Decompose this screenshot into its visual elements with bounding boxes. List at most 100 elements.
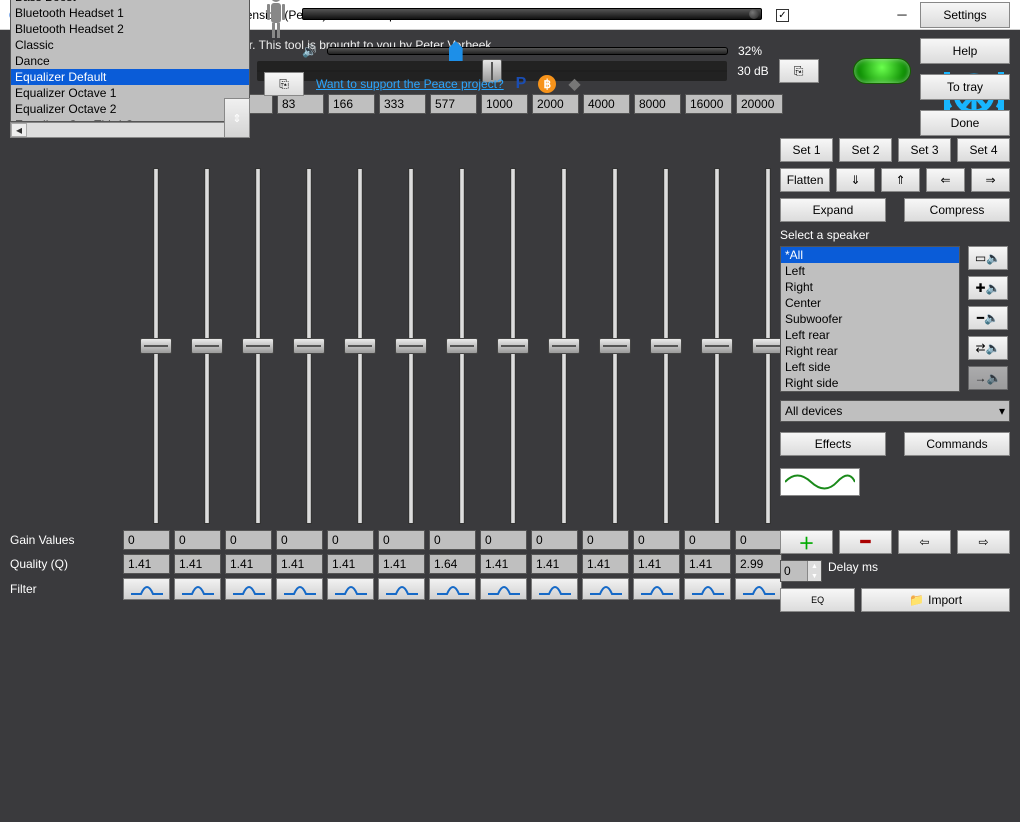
quality-input[interactable] — [327, 554, 374, 574]
speaker-item[interactable]: Left — [781, 263, 959, 279]
quality-input[interactable] — [429, 554, 476, 574]
output-icon-button[interactable]: ⎘ — [264, 72, 304, 96]
quality-input[interactable] — [633, 554, 680, 574]
filter-button[interactable] — [633, 578, 680, 600]
filter-button[interactable] — [276, 578, 323, 600]
speaker-item[interactable]: Right — [781, 279, 959, 295]
speaker-item[interactable]: *All — [781, 247, 959, 263]
commands-button[interactable]: Commands — [904, 432, 1010, 456]
shift-right-button[interactable]: ⇒ — [971, 168, 1010, 192]
gain-value-input[interactable] — [633, 530, 680, 550]
set1-button[interactable]: Set 1 — [780, 138, 833, 162]
gain-value-input[interactable] — [225, 530, 272, 550]
filter-button[interactable] — [735, 578, 782, 600]
filter-button[interactable] — [378, 578, 425, 600]
done-button[interactable]: Done — [920, 110, 1010, 136]
prev-band-button[interactable]: ⇦ — [898, 530, 951, 554]
speaker-item[interactable]: Left side — [781, 359, 959, 375]
quality-input[interactable] — [276, 554, 323, 574]
band-slider[interactable] — [183, 168, 230, 524]
band-slider[interactable] — [489, 168, 536, 524]
gain-value-input[interactable] — [276, 530, 323, 550]
set3-button[interactable]: Set 3 — [898, 138, 951, 162]
paypal-icon[interactable]: P — [516, 75, 527, 93]
device-select[interactable]: All devices▾ — [780, 400, 1010, 422]
config-item[interactable]: Equalizer Default — [11, 69, 249, 85]
filter-button[interactable] — [684, 578, 731, 600]
band-slider[interactable] — [132, 168, 179, 524]
totray-button[interactable]: To tray — [920, 74, 1010, 100]
person-icon[interactable] — [264, 0, 288, 40]
filter-button[interactable] — [327, 578, 374, 600]
speaker-item[interactable]: Subwoofer — [781, 311, 959, 327]
eq-icon-button[interactable]: EQ — [780, 588, 855, 612]
speaker-item[interactable]: Right rear — [781, 343, 959, 359]
gain-value-input[interactable] — [582, 530, 629, 550]
band-slider[interactable] — [438, 168, 485, 524]
filter-button[interactable] — [174, 578, 221, 600]
filter-button[interactable] — [225, 578, 272, 600]
gain-value-input[interactable] — [123, 530, 170, 550]
band-slider[interactable] — [387, 168, 434, 524]
settings-button[interactable]: Settings — [920, 2, 1010, 28]
quality-input[interactable] — [123, 554, 170, 574]
set4-button[interactable]: Set 4 — [957, 138, 1010, 162]
gain-value-input[interactable] — [174, 530, 221, 550]
delay-spinner[interactable]: 0 ▲▼ — [780, 560, 822, 582]
quality-input[interactable] — [225, 554, 272, 574]
quality-input[interactable] — [174, 554, 221, 574]
band-slider[interactable] — [591, 168, 638, 524]
band-slider[interactable] — [642, 168, 689, 524]
gain-value-input[interactable] — [429, 530, 476, 550]
support-link[interactable]: Want to support the Peace project? — [316, 77, 504, 91]
volume-slider[interactable] — [327, 47, 728, 55]
config-item[interactable]: Bluetooth Headset 2 — [11, 21, 249, 37]
prevent-clipping-checkbox[interactable]: ✓ Prevent clipping — [776, 8, 878, 22]
volume-icon[interactable]: 🔊 — [302, 44, 317, 58]
shift-left-button[interactable]: ⇐ — [926, 168, 965, 192]
band-slider[interactable] — [336, 168, 383, 524]
speaker-item[interactable]: Left rear — [781, 327, 959, 343]
band-slider[interactable] — [234, 168, 281, 524]
filter-button[interactable] — [582, 578, 629, 600]
quality-input[interactable] — [531, 554, 578, 574]
config-item[interactable]: Equalizer Octave 1 — [11, 85, 249, 101]
next-band-button[interactable]: ⇨ — [957, 530, 1010, 554]
speaker-remove-icon-button[interactable]: ━🔈 — [968, 306, 1008, 330]
gain-value-input[interactable] — [531, 530, 578, 550]
expand-button[interactable]: Expand — [780, 198, 886, 222]
speaker-swap-icon-button[interactable]: ⇄🔈 — [968, 336, 1008, 360]
filter-button[interactable] — [123, 578, 170, 600]
config-item[interactable]: Equalizer Octave 2 — [11, 101, 249, 117]
help-button[interactable]: Help — [920, 38, 1010, 64]
quality-input[interactable] — [735, 554, 782, 574]
config-item[interactable]: Bluetooth Headset 1 — [11, 5, 249, 21]
gain-value-input[interactable] — [327, 530, 374, 550]
remove-band-button[interactable]: ━ — [839, 530, 892, 554]
shift-up-button[interactable]: ⇑ — [881, 168, 920, 192]
filter-button[interactable] — [429, 578, 476, 600]
speaker-item[interactable]: Right side — [781, 375, 959, 391]
filter-button[interactable] — [531, 578, 578, 600]
band-slider[interactable] — [285, 168, 332, 524]
filter-button[interactable] — [480, 578, 527, 600]
ethereum-icon[interactable]: ◆ — [568, 74, 580, 94]
gain-value-input[interactable] — [684, 530, 731, 550]
speaker-route-icon-button[interactable]: →🔈 — [968, 366, 1008, 390]
band-slider[interactable] — [693, 168, 740, 524]
effects-button[interactable]: Effects — [780, 432, 886, 456]
set2-button[interactable]: Set 2 — [839, 138, 892, 162]
flatten-button[interactable]: Flatten — [780, 168, 830, 192]
gain-value-input[interactable] — [378, 530, 425, 550]
graph-button[interactable] — [780, 468, 860, 496]
quality-input[interactable] — [378, 554, 425, 574]
quality-input[interactable] — [582, 554, 629, 574]
bitcoin-icon[interactable]: ฿ — [538, 75, 556, 93]
reorder-updown-button[interactable]: ⇕ — [224, 98, 250, 138]
config-item[interactable]: Classic — [11, 37, 249, 53]
add-band-button[interactable]: ＋ — [780, 530, 833, 554]
import-button[interactable]: 📁Import — [861, 588, 1010, 612]
config-item[interactable]: Dance — [11, 53, 249, 69]
gain-value-input[interactable] — [735, 530, 782, 550]
config-listbox[interactable]: 7-1 SetupBass and High BoostBass BoostBl… — [10, 0, 250, 122]
